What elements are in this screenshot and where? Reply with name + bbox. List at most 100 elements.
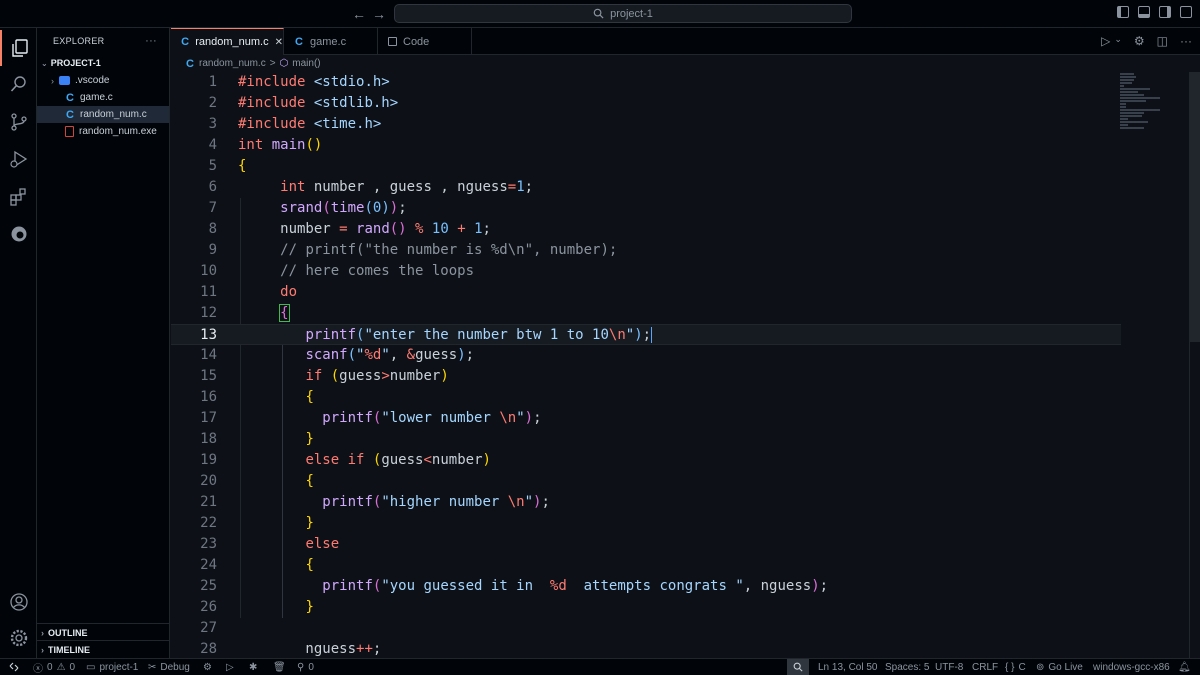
accounts-activity[interactable]: [0, 584, 37, 620]
trash-icon: 🗑︎: [273, 661, 286, 673]
cursor-position-label: Ln 13, Col 50: [818, 661, 878, 673]
project-status[interactable]: ▭ project-1: [86, 659, 138, 675]
breadcrumb-separator: >: [269, 58, 276, 69]
clean-status[interactable]: 🗑︎: [273, 659, 286, 675]
zoom-status[interactable]: [787, 659, 809, 675]
outline-section[interactable]: › OUTLINE: [37, 623, 170, 641]
gear-icon: ⚙: [203, 661, 212, 673]
eol-status[interactable]: CRLF: [972, 659, 998, 675]
code-line: 18 }: [200, 431, 314, 447]
compiler-config-status[interactable]: windows-gcc-x86: [1093, 659, 1170, 675]
more-actions-button[interactable]: ···: [145, 35, 157, 47]
breadcrumb-symbol[interactable]: main(): [292, 58, 320, 69]
source-control-icon: [10, 113, 27, 131]
problems-indicator[interactable]: ⓧ 0 ⚠ 0: [33, 659, 75, 675]
settings-status[interactable]: ⚙: [203, 659, 212, 675]
gear-icon[interactable]: ⚙: [1134, 34, 1145, 48]
chevron-down-icon[interactable]: ⌄: [1114, 34, 1122, 48]
outline-label: OUTLINE: [48, 627, 88, 638]
code-editor[interactable]: 1 #include <stdio.h> 2 #include <stdlib.h>…: [171, 72, 1190, 658]
go-live-button[interactable]: ⊚ Go Live: [1036, 659, 1083, 675]
tree-item-random-num-exe[interactable]: random_num.exe: [37, 123, 169, 140]
ports-status[interactable]: ⚲ 0: [297, 659, 314, 675]
tree-item-label: game.c: [80, 92, 113, 103]
extensions-activity[interactable]: [0, 179, 37, 215]
code-line: 19 else if (guess<number): [200, 452, 491, 468]
more-actions-icon[interactable]: ···: [1180, 34, 1192, 48]
back-arrow-icon[interactable]: ←: [352, 6, 366, 22]
project-status-label: project-1: [99, 661, 139, 673]
debug-label: Debug: [160, 661, 190, 673]
split-editor-icon[interactable]: ◫: [1157, 34, 1168, 48]
chevron-right-icon: ›: [51, 75, 54, 86]
code-line: 8 number = rand() % 10 + 1;: [208, 221, 491, 237]
c-file-icon: C: [181, 36, 190, 48]
code-line: 9 // printf("the number is %d\n", number…: [208, 242, 618, 258]
language-label: C: [1018, 661, 1026, 673]
manage-activity[interactable]: [0, 620, 37, 656]
notifications-button[interactable]: 🔔︎: [1178, 659, 1191, 675]
language-status[interactable]: { } C: [1005, 659, 1026, 675]
minimap[interactable]: [1120, 72, 1180, 132]
explorer-activity[interactable]: [0, 30, 37, 66]
tree-item-vscode[interactable]: › .vscode: [37, 72, 169, 89]
encoding-status[interactable]: UTF-8: [935, 659, 963, 675]
extensions-icon: [9, 188, 26, 206]
code-line: 3 #include <time.h>: [208, 116, 382, 132]
command-center[interactable]: project-1: [394, 4, 852, 23]
warning-count: 0: [69, 661, 76, 673]
remote-icon: [9, 662, 19, 672]
toggle-sidebar-icon[interactable]: [1117, 6, 1129, 18]
tab-code[interactable]: Code: [378, 28, 472, 55]
explorer-sidebar: EXPLORER ··· ⌄ PROJECT-1 › .vscode C gam…: [37, 28, 170, 658]
edge-devtools-activity[interactable]: [0, 216, 37, 252]
tab-game-c[interactable]: C game.c: [284, 28, 378, 55]
run-icon[interactable]: ▷: [1101, 34, 1110, 48]
tab-random-num-c[interactable]: C random_num.c ✕: [171, 28, 284, 55]
sidebar-title: EXPLORER: [53, 36, 105, 46]
tree-item-label: random_num.exe: [79, 126, 157, 137]
play-icon: ▷: [226, 661, 234, 673]
breadcrumb-file[interactable]: random_num.c: [199, 58, 266, 69]
code-line: 11 do: [200, 284, 298, 300]
tab-label: random_num.c: [195, 36, 269, 48]
breadcrumb: C random_num.c > ⬡ main(): [171, 55, 321, 72]
vertical-scrollbar[interactable]: [1189, 72, 1200, 658]
run-debug-activity[interactable]: [0, 141, 37, 177]
code-output-icon: [388, 37, 397, 46]
code-line: 20 {: [200, 473, 314, 489]
error-icon: ⓧ: [33, 663, 43, 675]
cursor-position[interactable]: Ln 13, Col 50: [818, 659, 878, 675]
search-activity[interactable]: [0, 66, 37, 102]
code-line: 10 // here comes the loops: [200, 263, 475, 279]
gear-icon: [10, 629, 27, 647]
search-icon: [10, 76, 26, 92]
code-line: 21 printf("higher number \n");: [200, 494, 550, 510]
c-file-icon: C: [186, 57, 194, 70]
tree-item-random-num-c[interactable]: C random_num.c: [37, 106, 169, 123]
remote-indicator[interactable]: [0, 659, 28, 675]
scrollbar-thumb[interactable]: [1190, 72, 1200, 342]
debug-bug-status[interactable]: ✱: [249, 659, 257, 675]
tools-icon: ✂: [148, 661, 157, 673]
source-control-activity[interactable]: [0, 104, 37, 140]
customize-layout-icon[interactable]: [1180, 6, 1192, 18]
chevron-right-icon: ›: [41, 627, 44, 638]
indentation-status[interactable]: Spaces: 5: [885, 659, 929, 675]
toggle-secondary-sidebar-icon[interactable]: [1159, 6, 1171, 18]
code-line: 1 #include <stdio.h>: [208, 74, 390, 90]
timeline-section[interactable]: › TIMELINE: [37, 640, 170, 658]
project-folder[interactable]: ⌄ PROJECT-1: [37, 54, 169, 72]
forward-arrow-icon[interactable]: →: [372, 6, 386, 22]
c-file-icon: C: [295, 35, 303, 48]
toggle-panel-icon[interactable]: [1138, 6, 1150, 18]
code-line: 5{: [208, 158, 247, 174]
code-line: 6 int number , guess , nguess=1;: [208, 179, 534, 195]
debug-status[interactable]: ✂ Debug: [148, 659, 190, 675]
close-icon[interactable]: ✕: [275, 37, 283, 48]
search-icon: [593, 8, 604, 19]
tree-item-game-c[interactable]: C game.c: [37, 89, 169, 106]
run-status[interactable]: ▷: [226, 659, 234, 675]
c-file-icon: C: [66, 91, 74, 104]
account-icon: [9, 593, 28, 611]
